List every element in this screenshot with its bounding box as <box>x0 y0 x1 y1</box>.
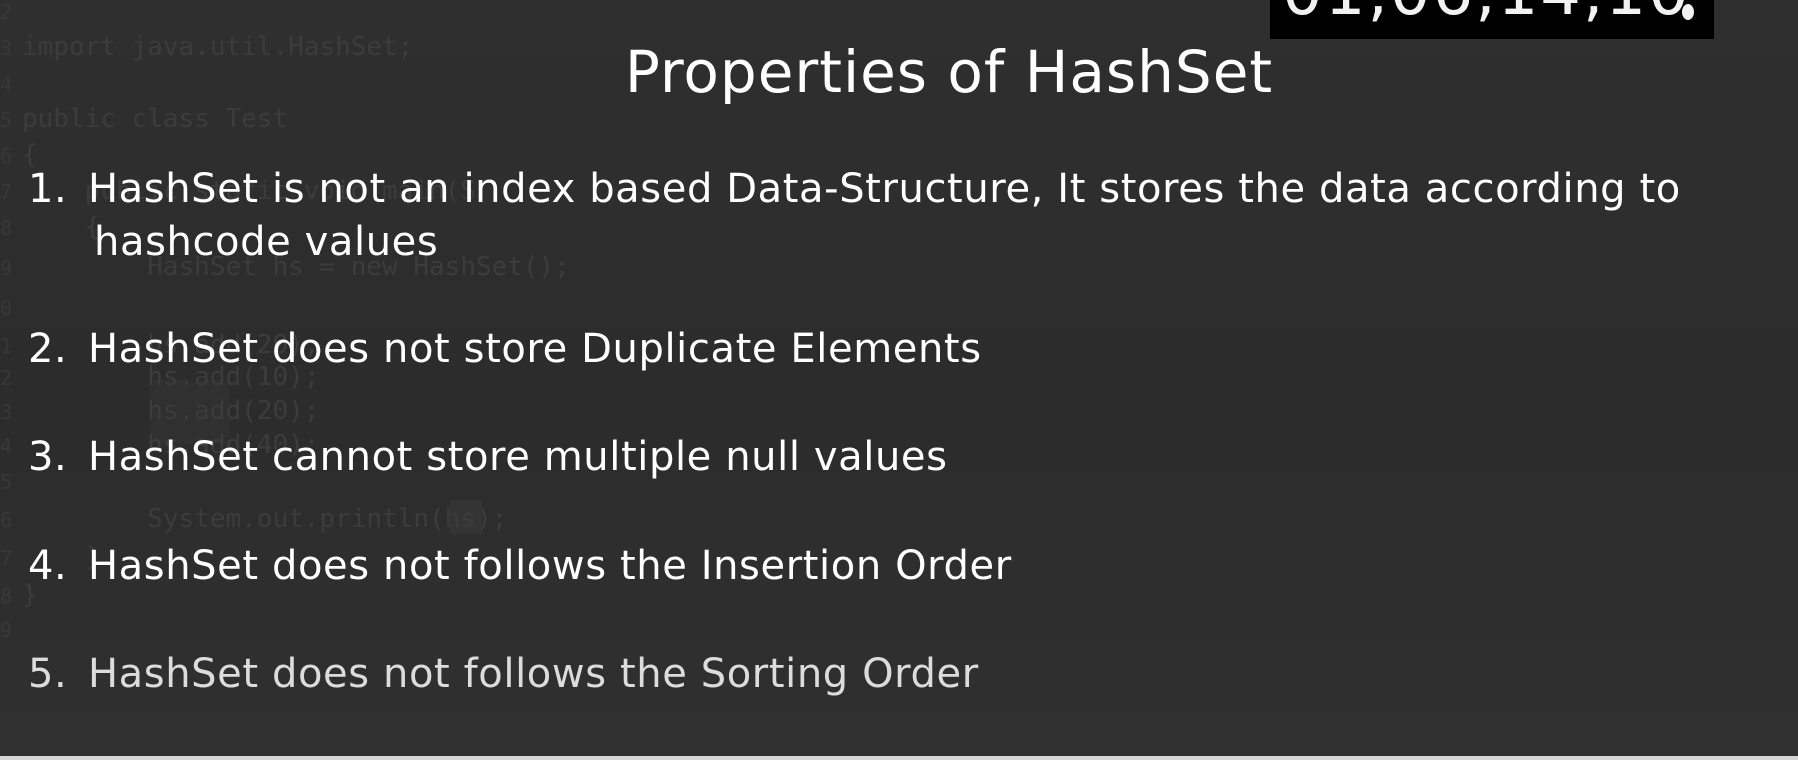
code-line: 5 <box>0 464 22 499</box>
property-item: 4. HashSet does not follows the Insertion… <box>28 540 1012 593</box>
line-number: 2 <box>0 0 13 24</box>
code-line: 2 <box>0 0 22 29</box>
line-number: 8 <box>0 584 13 608</box>
property-item: 2. HashSet does not store Duplicate Eleme… <box>28 323 982 376</box>
code-line: 5 public class Test <box>0 102 288 137</box>
slide-title: Properties of HashSet <box>624 38 1274 106</box>
code-text: System.out.println(hs); <box>22 504 508 534</box>
property-item: 1. HashSet is not an index based Data-Str… <box>28 163 1681 269</box>
line-number: 4 <box>0 434 13 458</box>
code-editor-background: 2 3 import java.util.HashSet; 4 5 public c… <box>0 0 1000 760</box>
code-line: 0 <box>0 290 22 325</box>
code-text: public class Test <box>22 104 289 134</box>
line-number: 6 <box>0 508 13 532</box>
line-number: 8 <box>0 216 13 240</box>
property-number: 4. <box>28 543 68 589</box>
timer-value: 01,06,14,10 <box>1282 0 1691 30</box>
line-number: 7 <box>0 180 13 204</box>
property-number: 1. <box>28 166 68 212</box>
property-text: HashSet cannot store multiple null value… <box>88 434 948 480</box>
property-item: 5. HashSet does not follows the Sorting O… <box>28 648 979 701</box>
property-text: HashSet does not store Duplicate Element… <box>88 326 982 372</box>
code-text: hs.add(20); <box>22 396 320 426</box>
line-number: 7 <box>0 546 13 570</box>
property-text-continuation: hashcode values <box>94 219 439 265</box>
timer-overlay: 01,06,14,10 <box>1270 0 1714 39</box>
line-number: 3 <box>0 400 13 424</box>
code-line: 3 hs.add(20); <box>0 394 319 429</box>
property-text: HashSet does not follows the Sorting Ord… <box>88 651 979 697</box>
property-text: HashSet is not an index based Data-Struc… <box>88 166 1681 212</box>
video-frame: 2 3 import java.util.HashSet; 4 5 public c… <box>0 0 1798 760</box>
property-text: HashSet does not follows the Insertion O… <box>88 543 1012 589</box>
property-number: 3. <box>28 434 68 480</box>
property-item: 3. HashSet cannot store multiple null val… <box>28 431 948 484</box>
line-number: 2 <box>0 366 13 390</box>
line-number: 5 <box>0 470 13 494</box>
line-number: 0 <box>0 296 13 320</box>
record-dot-icon <box>1682 4 1694 20</box>
bottom-border <box>0 756 1798 760</box>
code-line: 6 System.out.println(hs); <box>0 502 507 537</box>
line-number: 5 <box>0 108 13 132</box>
line-number: 1 <box>0 334 13 358</box>
line-number: 9 <box>0 256 13 280</box>
line-number: 9 <box>0 618 13 642</box>
property-number: 5. <box>28 651 68 697</box>
line-number: 6 <box>0 144 13 168</box>
code-line: 9 <box>0 612 22 647</box>
property-number: 2. <box>28 326 68 372</box>
